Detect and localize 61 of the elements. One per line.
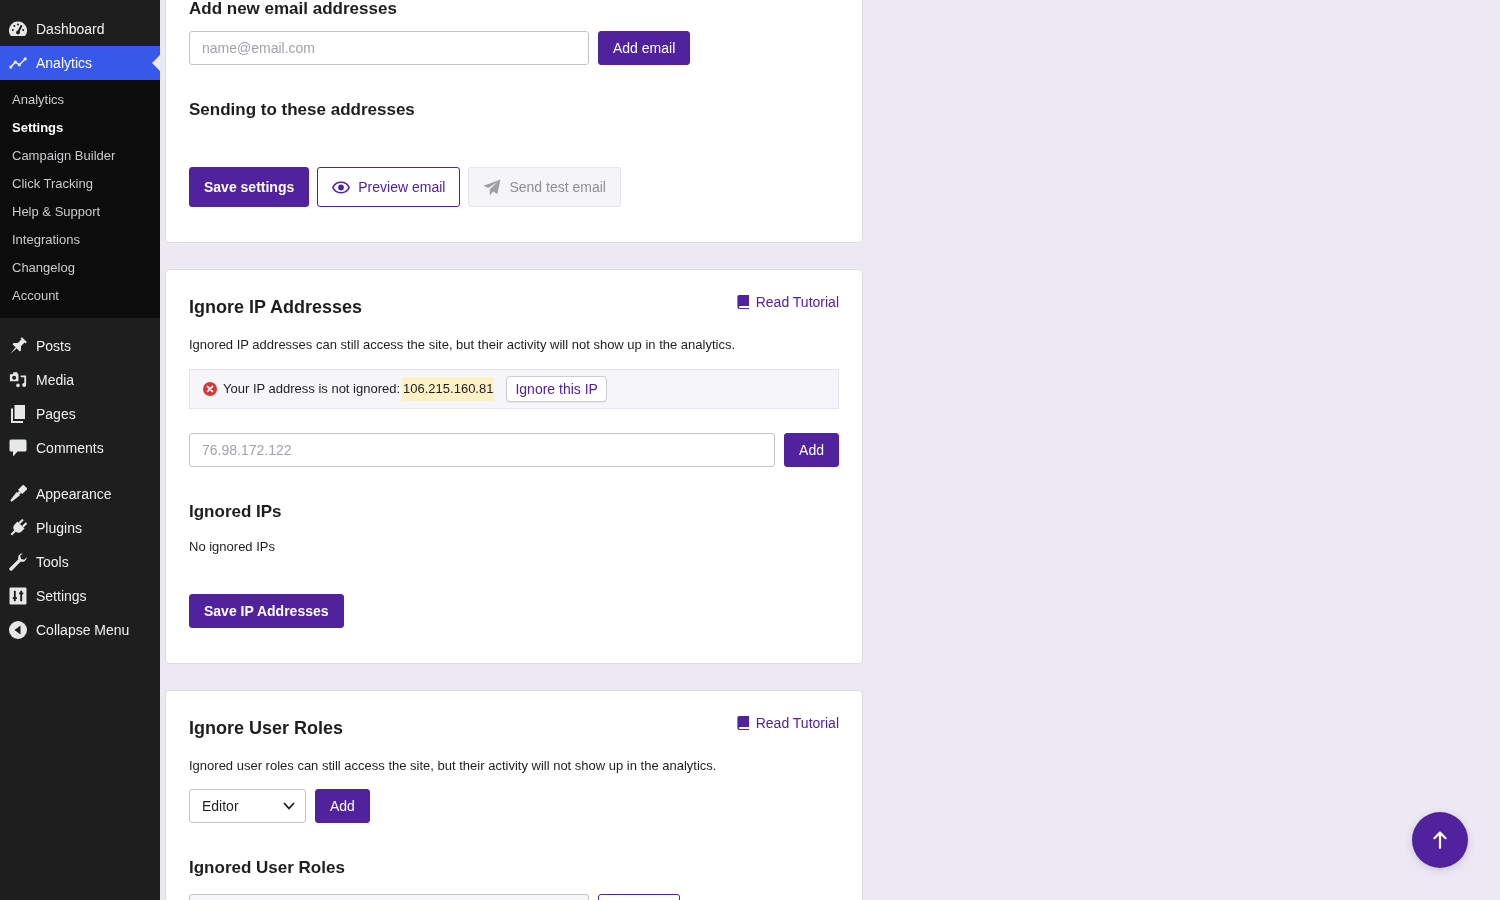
chevron-down-icon: [283, 802, 295, 810]
scroll-to-top-button[interactable]: [1412, 812, 1468, 868]
description-text: Ignored IP addresses can still access the site, but their activity will not show up in the analytics.: [189, 336, 737, 354]
section-heading: Sending to these addresses: [189, 99, 416, 121]
left-arrow-circle-icon: [9, 621, 27, 639]
submenu-item[interactable]: Click Tracking: [0, 170, 160, 198]
section-heading: Ignored User Roles: [189, 857, 346, 879]
section-heading: Ignored IPs: [189, 501, 283, 523]
sliders-icon: [9, 587, 27, 605]
ignore-ip-button[interactable]: Ignore this IP: [506, 376, 607, 402]
add-role-button[interactable]: Add: [315, 789, 370, 823]
sidebar-item[interactable]: Posts: [0, 329, 160, 363]
speech-bubble-icon: [9, 439, 27, 457]
pushpin-icon: [9, 337, 27, 355]
sidebar-item[interactable]: Appearance: [0, 477, 160, 511]
add-email-button[interactable]: Add email: [598, 31, 691, 65]
sidebar-item[interactable]: Analytics: [0, 46, 160, 80]
gauge-icon: [9, 20, 27, 38]
description-text: Ignored user roles can still access the site, but their activity will not show up in the analytics.: [189, 757, 718, 775]
menu-pointer-icon: [152, 55, 160, 71]
submenu-item[interactable]: Analytics: [0, 86, 160, 114]
section-heading: Add new email addresses: [189, 0, 398, 18]
submenu-item[interactable]: Help & Support: [0, 198, 160, 226]
plug-icon: [9, 519, 27, 537]
submenu-item[interactable]: Settings: [0, 114, 160, 142]
sidebar-item[interactable]: Dashboard: [0, 12, 160, 46]
ip-address: 106.215.160.81: [402, 377, 495, 401]
sidebar-item[interactable]: Plugins: [0, 511, 160, 545]
sidebar-item[interactable]: Media: [0, 363, 160, 397]
ip-field[interactable]: 76.98.172.122: [189, 433, 776, 467]
line-chart-icon: [9, 54, 27, 72]
camera-and-note-icon: [9, 371, 27, 389]
sidebar-item[interactable]: Comments: [0, 431, 160, 465]
submenu-item[interactable]: Integrations: [0, 226, 160, 254]
section-title: Ignore IP Addresses: [189, 296, 363, 319]
submenu-item[interactable]: Campaign Builder: [0, 142, 160, 170]
status-message: Your IP address is not ignored:: [223, 380, 401, 399]
eye-icon: [332, 180, 351, 194]
section-title: Ignore User Roles: [189, 717, 344, 740]
email-field[interactable]: name@email.com: [189, 31, 589, 65]
book-icon: [736, 716, 749, 730]
sidebar-item[interactable]: Tools: [0, 545, 160, 579]
wrench-icon: [9, 553, 27, 571]
paintbrush-icon: [9, 485, 27, 503]
book-icon: [736, 295, 749, 309]
arrow-up-icon: [1433, 831, 1447, 849]
save-ip-button[interactable]: Save IP Addresses: [189, 594, 344, 628]
read-tutorial-link[interactable]: Read Tutorial: [736, 715, 839, 731]
paper-plane-icon: [483, 178, 502, 196]
submenu-item[interactable]: Account: [0, 282, 160, 310]
save-settings-button[interactable]: Save settings: [189, 167, 310, 207]
empty-list-text: No ignored IPs: [189, 538, 276, 556]
sidebar-item[interactable]: Pages: [0, 397, 160, 431]
read-tutorial-link[interactable]: Read Tutorial: [736, 294, 839, 310]
preview-email-button[interactable]: Preview email: [317, 167, 461, 207]
documents-icon: [9, 405, 27, 423]
role-select[interactable]: Editor: [189, 789, 306, 823]
sidebar-item[interactable]: Settings: [0, 579, 160, 613]
submenu-item[interactable]: Changelog: [0, 254, 160, 282]
collapse-menu-button[interactable]: Collapse Menu: [0, 613, 160, 647]
add-ip-button[interactable]: Add: [784, 433, 839, 467]
